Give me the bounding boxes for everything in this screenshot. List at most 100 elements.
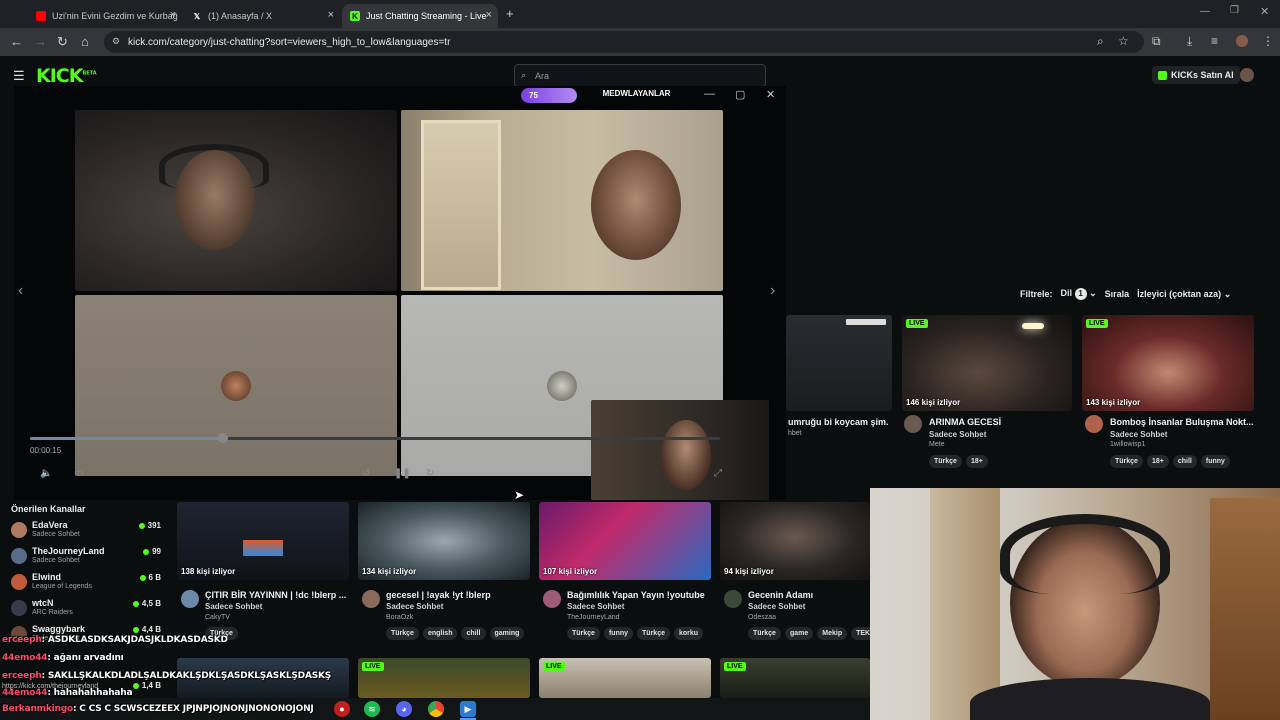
- tag[interactable]: Türkçe: [637, 627, 670, 640]
- tag[interactable]: Türkçe: [1110, 455, 1143, 468]
- stream-thumbnail[interactable]: LIVE: [720, 658, 870, 698]
- stream-category[interactable]: Sadece Sohbet: [929, 430, 986, 439]
- close-window-icon[interactable]: ✕: [1260, 5, 1269, 18]
- sidebar-channel[interactable]: Elwind League of Legends 6 B: [11, 572, 161, 598]
- zoom-icon[interactable]: ⌕: [1097, 34, 1104, 49]
- chevron-right-icon[interactable]: ›: [770, 282, 775, 300]
- chrome-icon[interactable]: [428, 701, 444, 717]
- reload-icon[interactable]: ↻: [57, 34, 68, 50]
- stream-thumbnail[interactable]: 134 kişi izliyor: [358, 502, 530, 580]
- search-input[interactable]: ⌕ Ara: [514, 64, 766, 87]
- tag[interactable]: funny: [603, 627, 634, 640]
- forward-icon[interactable]: →: [34, 34, 47, 49]
- streamer-avatar[interactable]: [181, 590, 199, 608]
- minimize-icon[interactable]: —: [1200, 6, 1210, 17]
- subtitles-icon[interactable]: ▭: [74, 468, 83, 479]
- tag[interactable]: gaming: [489, 627, 525, 640]
- stream-title[interactable]: Gecenin Adamı: [748, 590, 868, 600]
- stream-category[interactable]: Sadece Sohbet: [748, 602, 805, 611]
- user-avatar[interactable]: [1240, 68, 1254, 82]
- stream-user[interactable]: Mete: [929, 441, 945, 448]
- stream-user[interactable]: TheJourneyLand: [567, 614, 620, 621]
- stream-title[interactable]: ÇITIR BİR YAYINNN | !dc !blerp ...: [205, 590, 347, 600]
- menu-kebab-icon[interactable]: ⋮: [1262, 34, 1274, 48]
- stream-title[interactable]: umruğu bi koycam şim...: [788, 417, 888, 427]
- language-filter[interactable]: Dil 1 ⌄: [1061, 288, 1097, 300]
- stream-thumbnail[interactable]: 138 kişi izliyor: [177, 502, 349, 580]
- rewind-icon[interactable]: ↺: [362, 468, 370, 479]
- tag[interactable]: Türkçe: [748, 627, 781, 640]
- media-icon[interactable]: ≡: [1211, 34, 1218, 48]
- chevron-left-icon[interactable]: ‹: [18, 282, 23, 300]
- volume-icon[interactable]: 🔈: [40, 468, 52, 479]
- streamer-avatar[interactable]: [362, 590, 380, 608]
- sidebar-channel[interactable]: wtcN ARC Raiders 4,5 B: [11, 598, 161, 624]
- stream-user[interactable]: CakyTV: [205, 614, 230, 621]
- video-progress-bar[interactable]: [30, 433, 720, 443]
- app-icon[interactable]: ●: [334, 701, 350, 717]
- stream-category[interactable]: Sadece Sohbet: [1110, 430, 1167, 439]
- tag[interactable]: korku: [674, 627, 704, 640]
- hamburger-menu-icon[interactable]: ☰: [13, 68, 25, 84]
- forward-icon[interactable]: ↻: [426, 468, 434, 479]
- close-icon[interactable]: ×: [328, 9, 334, 21]
- stream-title[interactable]: gecesel | !ayak !yt !blerp: [386, 590, 528, 600]
- minimize-icon[interactable]: —: [704, 88, 715, 100]
- stream-title[interactable]: Bağımlılık Yapan Yayın !youtube: [567, 590, 709, 600]
- stream-thumbnail[interactable]: LIVE 146 kişi izliyor: [902, 315, 1072, 411]
- stream-user[interactable]: Odeszaa: [748, 614, 776, 621]
- maximize-icon[interactable]: ❐: [1230, 5, 1239, 16]
- pause-icon[interactable]: ❚❚: [394, 468, 411, 479]
- streamer-avatar[interactable]: [543, 590, 561, 608]
- tag[interactable]: funny: [1200, 455, 1230, 468]
- home-icon[interactable]: ⌂: [81, 34, 89, 49]
- stream-thumbnail[interactable]: LIVE: [539, 658, 711, 698]
- stream-title[interactable]: ARINMA GECESİ: [929, 417, 1069, 427]
- close-icon[interactable]: ×: [486, 9, 492, 21]
- stream-thumbnail[interactable]: 107 kişi izliyor: [539, 502, 711, 580]
- tag[interactable]: Türkçe: [929, 455, 962, 468]
- tab-x[interactable]: 𝕏 (1) Anasayfa / X ×: [184, 4, 340, 28]
- sort-select[interactable]: İzleyici (çoktan aza) ⌄: [1137, 289, 1231, 300]
- tag[interactable]: 18+: [965, 455, 988, 468]
- media-player-icon[interactable]: ▶: [460, 701, 476, 717]
- tag[interactable]: chill: [461, 627, 486, 640]
- stream-category[interactable]: Sadece Sohbet: [205, 602, 262, 611]
- stream-user[interactable]: 1willowisp1: [1110, 441, 1145, 448]
- sidebar-channel[interactable]: TheJourneyLand Sadece Sohbet 99: [11, 546, 161, 572]
- fullscreen-icon[interactable]: ⤢: [714, 468, 722, 479]
- tag[interactable]: english: [422, 627, 458, 640]
- stream-thumbnail[interactable]: 94 kişi izliyor: [720, 502, 870, 580]
- stream-title[interactable]: Bomboş İnsanlar Buluşma Nokt...: [1110, 417, 1256, 427]
- maximize-icon[interactable]: ▢: [735, 88, 745, 101]
- tag[interactable]: Türkçe: [567, 627, 600, 640]
- bookmark-star-icon[interactable]: ☆: [1118, 34, 1129, 48]
- back-icon[interactable]: ←: [10, 34, 23, 49]
- kick-logo[interactable]: KICKBETA: [36, 65, 97, 87]
- url-input[interactable]: ⚙ kick.com/category/just-chatting?sort=v…: [104, 31, 1144, 53]
- tab-youtube[interactable]: Uzi'nin Evini Gezdim ve Kurbağ ×: [28, 4, 182, 28]
- stream-category[interactable]: Sadece Sohbet: [386, 602, 443, 611]
- download-icon[interactable]: ⤓: [1187, 34, 1192, 49]
- streamer-avatar[interactable]: [904, 415, 922, 433]
- extensions-icon[interactable]: ⧉: [1152, 34, 1161, 49]
- tag[interactable]: game: [784, 627, 814, 640]
- tag[interactable]: 18+: [1146, 455, 1169, 468]
- streamer-avatar[interactable]: [724, 590, 742, 608]
- tag[interactable]: chill: [1172, 455, 1197, 468]
- stream-thumbnail[interactable]: [786, 315, 892, 411]
- tag[interactable]: TEK: [851, 627, 870, 640]
- stream-thumbnail[interactable]: LIVE: [358, 658, 530, 698]
- stream-user[interactable]: hbet: [788, 430, 802, 437]
- discord-icon[interactable]: ◕: [396, 701, 412, 717]
- close-icon[interactable]: ×: [170, 9, 176, 21]
- new-tab-icon[interactable]: +: [506, 6, 514, 21]
- tab-kick[interactable]: K Just Chatting Streaming - Live ×: [342, 4, 498, 28]
- stream-category[interactable]: Sadece Sohbet: [567, 602, 624, 611]
- stream-user[interactable]: BoraOzk: [386, 614, 413, 621]
- spotify-icon[interactable]: ≋: [364, 701, 380, 717]
- tag[interactable]: Türkçe: [386, 627, 419, 640]
- streamer-avatar[interactable]: [1085, 415, 1103, 433]
- close-icon[interactable]: ✕: [766, 88, 775, 101]
- tag[interactable]: Mekip: [817, 627, 848, 640]
